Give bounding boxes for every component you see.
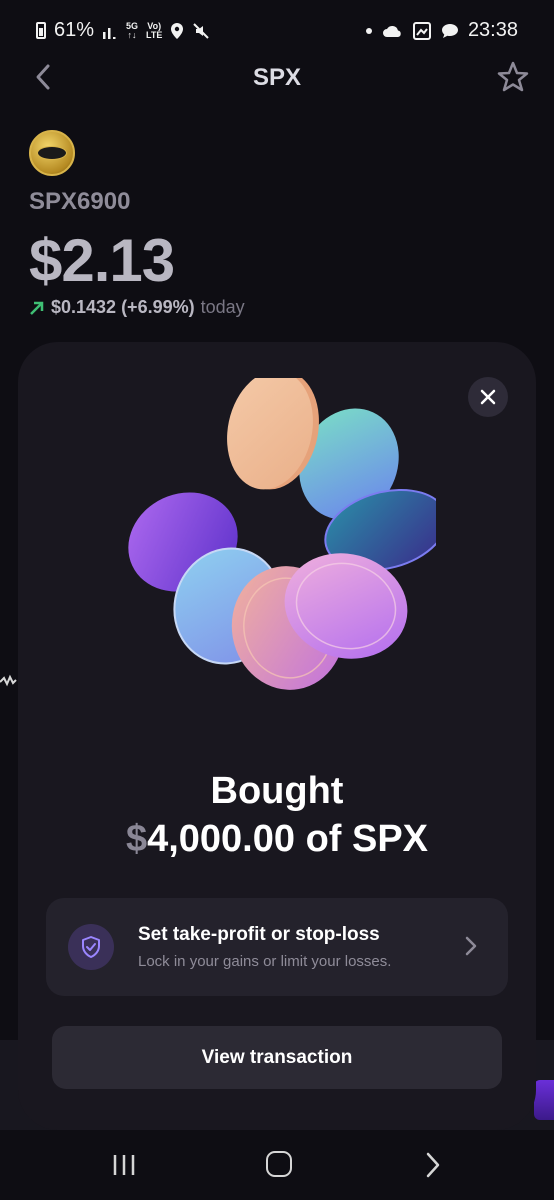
signal-icon [103, 27, 116, 39]
token-logo [29, 130, 75, 176]
asset-price: $2.13 [29, 227, 175, 294]
option-subtitle: Lock in your gains or limit your losses. [138, 953, 392, 970]
app-notification-icon [412, 21, 431, 40]
close-icon [480, 389, 496, 405]
asset-name: SPX6900 [29, 188, 131, 215]
take-profit-stop-loss-option[interactable]: Set take-profit or stop-loss Lock in you… [46, 898, 508, 996]
status-right: 23:38 [365, 19, 518, 42]
nav-back-icon[interactable] [424, 1150, 442, 1180]
battery-percent: 61% [54, 19, 95, 41]
price-change-value: $0.1432 (+6.99%) [51, 297, 195, 317]
chevron-right-icon [465, 936, 477, 956]
app-header: SPX [0, 56, 554, 100]
chart-fragment [0, 674, 17, 687]
asset-summary: SPX6900 $2.13 $0.1432 (+6.99%) today [29, 130, 245, 318]
chat-icon [441, 23, 458, 38]
network-5g-icon: 5G ↑↓ [126, 20, 139, 40]
system-nav-bar [0, 1130, 554, 1200]
view-transaction-button[interactable]: View transaction [52, 1026, 502, 1089]
battery-icon [36, 22, 46, 39]
page-title: SPX [252, 64, 302, 91]
purchase-amount: $4,000.00 of SPX [18, 818, 536, 861]
shield-check-icon [82, 936, 100, 958]
notification-dot-icon [365, 27, 372, 34]
home-icon[interactable] [266, 1151, 292, 1177]
status-bar: 61% 5G ↑↓ Vo) LTE 23:38 [0, 0, 554, 60]
amount-text: 4,000.00 of SPX [147, 818, 429, 860]
star-icon[interactable] [496, 60, 530, 94]
price-change-period: today [200, 297, 245, 317]
recent-apps-icon[interactable] [110, 1152, 138, 1178]
mute-icon [193, 22, 210, 39]
background-accent [534, 1080, 554, 1120]
status-left: 61% 5G ↑↓ Vo) LTE [36, 19, 210, 42]
currency-symbol: $ [125, 818, 148, 860]
weather-cloud-icon [382, 25, 401, 37]
shield-icon-wrap [68, 924, 114, 970]
volte-icon: Vo) LTE [146, 20, 163, 40]
trend-up-arrow-icon [30, 301, 44, 315]
price-change: $0.1432 (+6.99%) today [29, 297, 245, 318]
clock: 23:38 [467, 19, 518, 41]
confirmation-title: Bought [210, 770, 344, 812]
close-button[interactable] [468, 377, 508, 417]
location-icon [171, 22, 184, 39]
option-title: Set take-profit or stop-loss [138, 924, 380, 945]
purchase-confirmation-modal: Bought $4,000.00 of SPX Set take-profit … [18, 342, 536, 1130]
coins-illustration [128, 378, 436, 690]
